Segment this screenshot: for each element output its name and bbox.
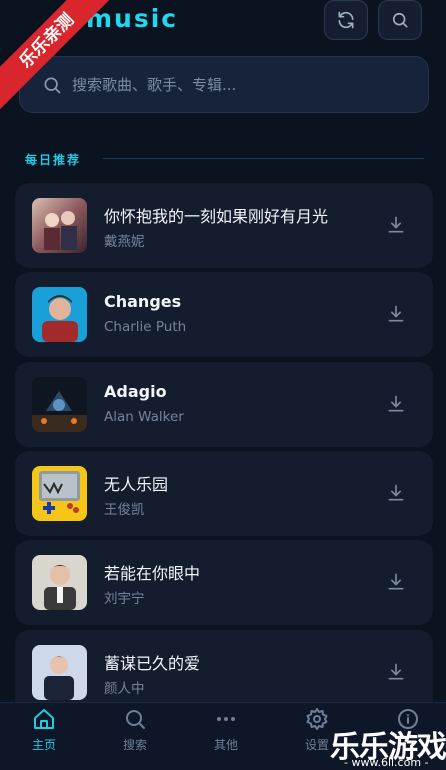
song-artist: 王俊凯 <box>104 502 145 518</box>
song-title: 若能在你眼中 <box>104 564 201 583</box>
app-brand: music <box>86 4 179 33</box>
nav-more[interactable]: 其他 <box>196 703 256 770</box>
refresh-button[interactable] <box>324 0 368 40</box>
song-artist: 颜人中 <box>104 681 145 697</box>
song-item[interactable]: 你怀抱我的一刻如果刚好有月光 戴燕妮 <box>15 183 433 268</box>
nav-search-label: 搜索 <box>122 738 147 752</box>
song-title: 无人乐园 <box>104 475 169 494</box>
song-title: Changes <box>104 292 182 311</box>
song-item[interactable]: Changes Charlie Puth <box>15 272 433 357</box>
download-icon <box>388 216 404 233</box>
song-title: Adagio <box>104 382 167 401</box>
search-icon <box>44 77 61 94</box>
section-title: 每日推荐 <box>25 153 82 167</box>
download-icon <box>388 663 404 680</box>
download-icon <box>388 573 404 590</box>
download-button[interactable] <box>383 212 409 238</box>
download-icon <box>388 395 404 412</box>
download-button[interactable] <box>383 391 409 417</box>
album-cover <box>32 555 87 610</box>
album-cover <box>32 645 87 700</box>
download-button[interactable] <box>383 659 409 685</box>
song-title: 蓄谋已久的爱 <box>104 654 201 673</box>
song-artist: Alan Walker <box>104 409 184 425</box>
nav-home[interactable]: 主页 <box>14 703 74 770</box>
refresh-icon <box>338 11 354 29</box>
search-icon <box>126 710 145 729</box>
home-icon <box>34 709 54 729</box>
song-title: 你怀抱我的一刻如果刚好有月光 <box>104 207 329 226</box>
gear-icon <box>306 708 328 730</box>
song-item[interactable]: Adagio Alan Walker <box>15 362 433 447</box>
download-button[interactable] <box>383 301 409 327</box>
search-bar[interactable] <box>19 56 429 113</box>
song-artist: 戴燕妮 <box>104 234 145 250</box>
header-search-button[interactable] <box>378 0 422 40</box>
song-item[interactable]: 若能在你眼中 刘宇宁 <box>15 540 433 625</box>
download-icon <box>388 305 404 322</box>
album-cover <box>32 466 87 521</box>
album-cover <box>32 377 87 432</box>
album-cover <box>32 198 87 253</box>
song-artist: 刘宇宁 <box>104 591 145 607</box>
site-watermark: 乐乐游戏 - www.6ll.com - <box>330 722 446 770</box>
nav-home-label: 主页 <box>31 738 56 752</box>
download-button[interactable] <box>383 480 409 506</box>
download-icon <box>388 484 404 501</box>
nav-more-label: 其他 <box>213 738 238 752</box>
search-input[interactable] <box>72 70 412 100</box>
watermark-url: - www.6ll.com - <box>344 756 429 769</box>
nav-search[interactable]: 搜索 <box>105 703 165 770</box>
album-cover <box>32 287 87 342</box>
app-root: music 每日推荐 <box>0 0 446 770</box>
song-item[interactable]: 无人乐园 王俊凯 <box>15 451 433 536</box>
header: music <box>0 0 446 48</box>
search-icon <box>392 12 408 28</box>
download-button[interactable] <box>383 569 409 595</box>
song-artist: Charlie Puth <box>104 319 187 335</box>
section-divider <box>103 158 424 159</box>
more-icon <box>217 717 235 721</box>
